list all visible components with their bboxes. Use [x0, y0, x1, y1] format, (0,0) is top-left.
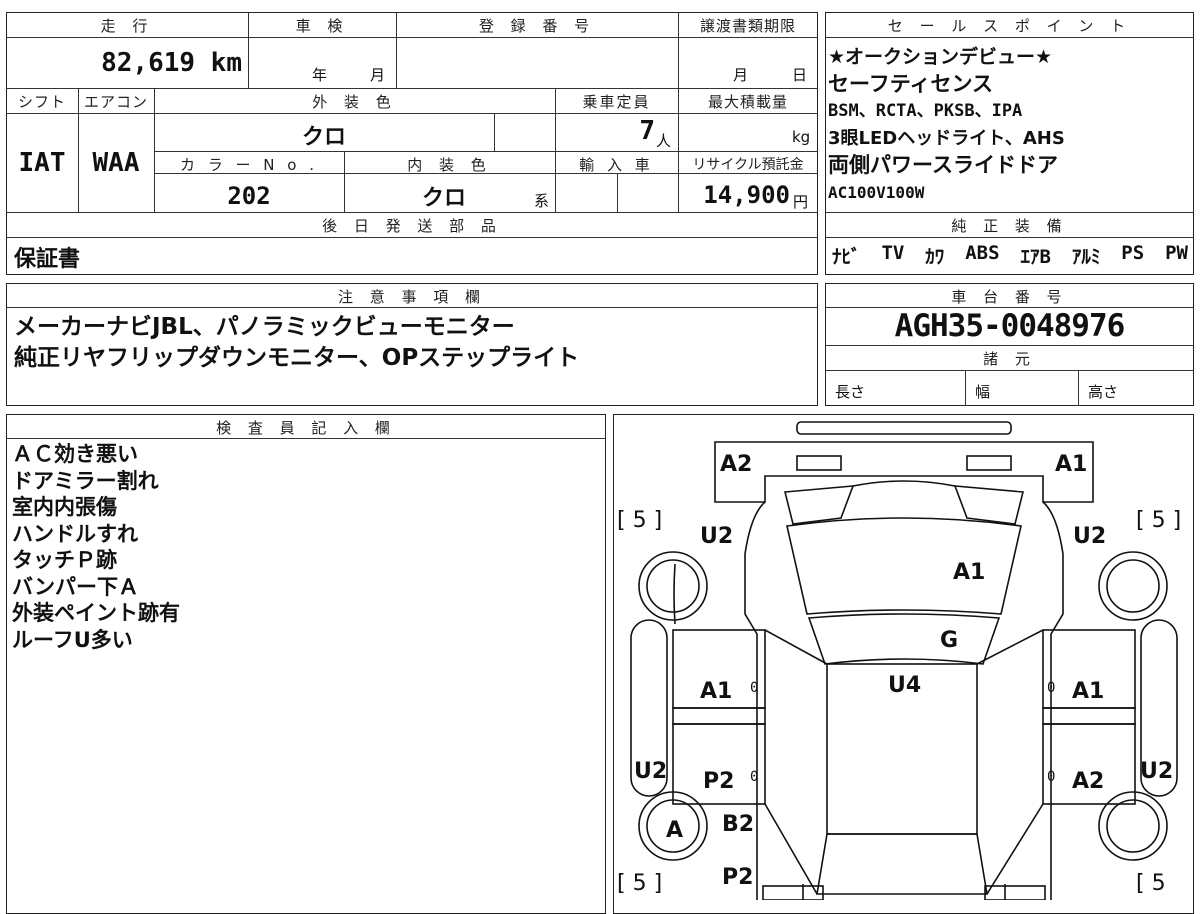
shift-value: IAT — [18, 148, 66, 178]
spec-length: 長さ — [835, 383, 866, 401]
mark-left-rear-wheel: A — [666, 818, 684, 843]
sales-point-line: 両側パワースライドドア — [828, 153, 1058, 177]
mark-right-rear-pillar: U2 — [1140, 759, 1174, 784]
transfer-month-unit: 月 — [733, 66, 749, 84]
mark-left-rear-pillar: U2 — [634, 759, 668, 784]
bracket-right-top: [ 5 ] — [1136, 508, 1182, 533]
spec-width: 幅 — [975, 383, 991, 401]
inspector-line: 室内内張傷 — [12, 495, 117, 519]
equipment-pw: PW — [1165, 242, 1188, 264]
int-color-header: 内 装 色 — [407, 156, 492, 174]
zero-mark: 0 — [750, 680, 759, 696]
int-color-suffix: 系 — [534, 192, 550, 210]
equipment-list: ﾅﾋﾞ TV ｶﾜ ABS ｴｱB ｱﾙﾐ PS PW — [832, 242, 1188, 269]
transfer-deadline-header: 譲渡書類期限 — [699, 17, 796, 35]
max-load-header: 最大積載量 — [707, 93, 788, 111]
mark-right-front-door: A1 — [1072, 679, 1105, 704]
equipment-leather: ｶﾜ — [925, 246, 945, 268]
zero-mark: 0 — [1047, 680, 1056, 696]
color-no-header: カ ラ ー N o . — [179, 156, 318, 174]
mark-hood: A1 — [953, 560, 986, 585]
aircon-value: WAA — [92, 148, 140, 178]
equipment-tv: TV — [881, 242, 905, 264]
later-parts-header: 後 日 発 送 部 品 — [322, 217, 502, 235]
mark-left-rear-corner: P2 — [722, 865, 754, 890]
bracket-left-bottom: [ 5 ] — [617, 871, 663, 896]
equipment-header: 純 正 装 備 — [951, 217, 1068, 235]
zero-mark: 0 — [750, 769, 759, 785]
mark-front-right-corner: A1 — [1055, 452, 1088, 477]
bracket-right-bottom: [ 5 — [1136, 871, 1166, 896]
recycle-value: 14,900 — [703, 181, 790, 209]
ext-color-header: 外 装 色 — [312, 93, 397, 111]
import-header: 輸 入 車 — [579, 156, 654, 174]
notes-line: メーカーナビJBL、パノラミックビューモニター — [14, 314, 515, 340]
inspector-line: タッチＰ跡 — [12, 548, 117, 572]
inspector-line: ハンドルすれ — [12, 521, 138, 546]
registration-header: 登 録 番 号 — [478, 17, 596, 35]
inspector-line: ルーフU多い — [12, 627, 133, 652]
mark-right-rear-door: A2 — [1072, 769, 1105, 794]
shift-header: シフト — [17, 93, 66, 111]
equipment-alloy: ｱﾙﾐ — [1071, 246, 1101, 268]
transfer-day-unit: 日 — [792, 66, 808, 84]
mark-roof: U4 — [888, 673, 922, 698]
equipment-navi: ﾅﾋﾞ — [832, 246, 861, 268]
chassis-header: 車 台 番 号 — [951, 288, 1068, 306]
chassis-number: AGH35-0048976 — [894, 308, 1126, 344]
ext-color-value: クロ — [301, 125, 346, 150]
inspector-line: 外装ペイント跡有 — [12, 601, 180, 625]
int-color-value: クロ — [421, 186, 466, 211]
mileage-header: 走 行 — [100, 17, 154, 35]
equipment-ps: PS — [1121, 242, 1145, 264]
equipment-abs: ABS — [965, 242, 1000, 264]
inspector-header: 検 査 員 記 入 欄 — [216, 419, 396, 437]
color-no-value: 202 — [227, 182, 271, 210]
mark-right-fender: U2 — [1073, 524, 1107, 549]
aircon-header: エアコン — [83, 93, 148, 111]
sales-point-line: ★オークションデビュー★ — [828, 46, 1053, 68]
sales-point-line: 3眼LEDヘッドライト、AHS — [828, 128, 1065, 149]
inspector-line: バンパー下Ａ — [12, 574, 140, 599]
mark-left-front-door: A1 — [700, 679, 733, 704]
zero-mark: 0 — [1047, 769, 1056, 785]
car-diagram — [630, 421, 1178, 900]
inspector-line: ＡＣ効き悪い — [12, 442, 138, 466]
notes-list: メーカーナビJBL、パノラミックビューモニター 純正リヤフリップダウンモニター、… — [14, 312, 579, 374]
sales-point-line: セーフティセンス — [828, 72, 994, 96]
sales-point-list: ★オークションデビュー★ セーフティセンス BSM、RCTA、PKSB、IPA … — [828, 44, 1190, 206]
capacity-unit: 人 — [656, 132, 672, 150]
spec-height: 高さ — [1088, 383, 1119, 401]
bracket-left-top: [ 5 ] — [617, 508, 663, 533]
mark-windshield: G — [940, 628, 959, 653]
mark-left-quarter: B2 — [722, 812, 755, 837]
specs-header: 諸 元 — [983, 350, 1036, 368]
mark-front-left-corner: A2 — [720, 452, 753, 477]
capacity-header: 乗車定員 — [582, 93, 651, 111]
inspector-line: ドアミラー割れ — [12, 468, 159, 493]
recycle-header: リサイクル預託金 — [692, 157, 804, 173]
max-load-unit: kg — [792, 128, 811, 146]
sales-point-line: AC100V100W — [828, 183, 925, 202]
sales-point-line: BSM、RCTA、PKSB、IPA — [828, 101, 1023, 121]
notes-line: 純正リヤフリップダウンモニター、OPステップライト — [14, 345, 580, 371]
mileage-value: 82,619 km — [101, 48, 242, 78]
recycle-unit: 円 — [793, 193, 809, 211]
later-parts-value: 保証書 — [14, 247, 81, 272]
inspection-year-unit: 年 — [312, 66, 328, 84]
inspection-month-unit: 月 — [370, 66, 386, 84]
inspector-list: ＡＣ効き悪い ドアミラー割れ 室内内張傷 ハンドルすれ タッチＰ跡 バンパー下Ａ… — [12, 441, 180, 653]
notes-header: 注 意 事 項 欄 — [337, 288, 487, 306]
mark-left-rear-door: P2 — [703, 769, 735, 794]
inspection-header: 車 検 — [295, 17, 349, 35]
capacity-value: 7 — [639, 116, 655, 146]
mark-left-fender: U2 — [700, 524, 734, 549]
equipment-airbag: ｴｱB — [1020, 246, 1051, 268]
sales-point-header: セ ー ル ス ポ イ ン ト — [887, 17, 1132, 35]
